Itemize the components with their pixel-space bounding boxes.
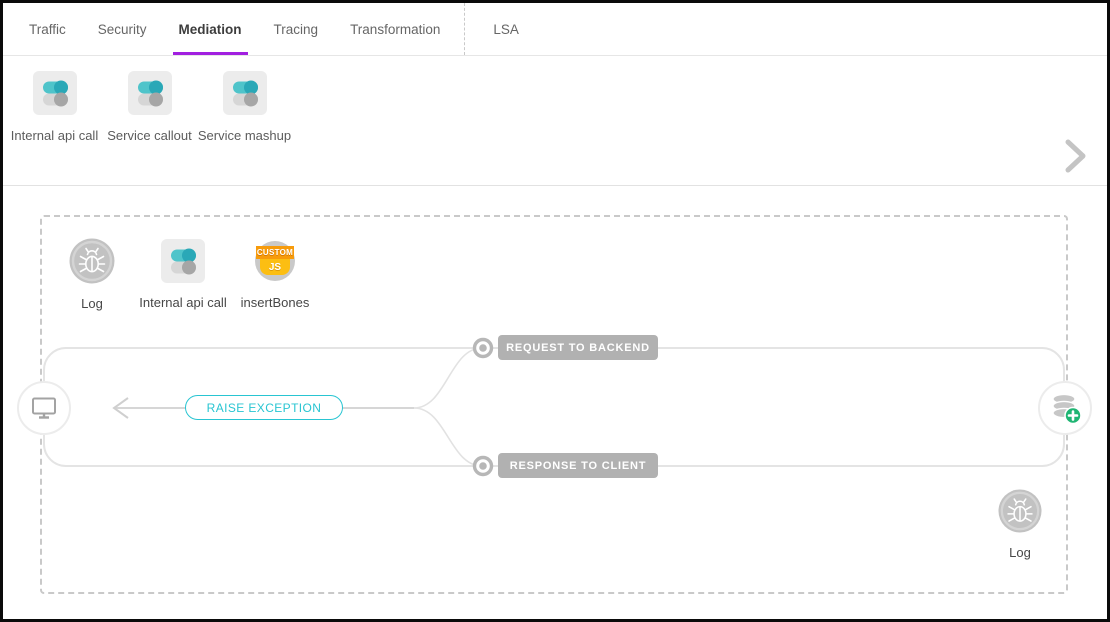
mediation-flow-container: REQUEST TO BACKEND RESPONSE TO CLIENT RA… [40,215,1068,594]
custom-js-icon: CUSTOM JS [253,239,297,283]
palette-item-service-mashup[interactable]: Service mashup [197,71,292,185]
tab-traffic[interactable]: Traffic [13,3,82,55]
policy-label: Log [1009,545,1031,560]
tab-bar: Traffic Security Mediation Tracing Trans… [3,3,1107,56]
response-node-connector [475,458,492,475]
toggle-icon [128,71,172,115]
policy-label: Internal api call [139,295,226,310]
tab-lsa[interactable]: LSA [464,3,535,55]
palette-item-label: Service callout [107,128,192,143]
tab-transformation[interactable]: Transformation [334,3,456,55]
request-node-connector [475,340,492,357]
monitor-icon [30,395,58,421]
palette-item-label: Service mashup [198,128,291,143]
api-policy-editor: Traffic Security Mediation Tracing Trans… [0,0,1110,622]
policy-insertbones[interactable]: CUSTOM JS insertBones [225,239,325,310]
bug-icon [998,489,1042,533]
raise-exception-pill[interactable]: RAISE EXCEPTION [185,395,343,420]
backend-endpoint [1038,381,1092,435]
fork-curve-down [414,408,482,466]
custom-js-icon-top-text: CUSTOM [256,246,294,259]
tab-security[interactable]: Security [82,3,163,55]
policy-palette: Internal api call Service callout Servic… [3,56,1107,186]
tab-tracing[interactable]: Tracing [258,3,335,55]
chevron-right-icon [1063,135,1089,177]
fork-curve-up [414,348,482,408]
policy-internal-api-call[interactable]: Internal api call [133,239,233,310]
palette-item-internal-api-call[interactable]: Internal api call [7,71,102,185]
database-add-icon [1046,389,1084,427]
palette-item-label: Internal api call [11,128,98,143]
policy-log-request[interactable]: Log [42,238,142,311]
toggle-icon [223,71,267,115]
plus-icon [1065,408,1081,424]
toggle-icon [33,71,77,115]
response-lane-badge: RESPONSE TO CLIENT [498,453,658,478]
palette-next-button[interactable] [1063,135,1089,177]
policy-label: Log [81,296,103,311]
policy-label: insertBones [241,295,310,310]
custom-js-icon-bottom-text: JS [260,259,290,275]
policy-log-response[interactable]: Log [970,489,1070,560]
bug-icon [69,238,115,284]
request-lane-badge: REQUEST TO BACKEND [498,335,658,360]
client-endpoint [17,381,71,435]
palette-item-service-callout[interactable]: Service callout [102,71,197,185]
tab-mediation[interactable]: Mediation [163,3,258,55]
flow-canvas: REQUEST TO BACKEND RESPONSE TO CLIENT RA… [3,186,1107,622]
toggle-icon [161,239,205,283]
